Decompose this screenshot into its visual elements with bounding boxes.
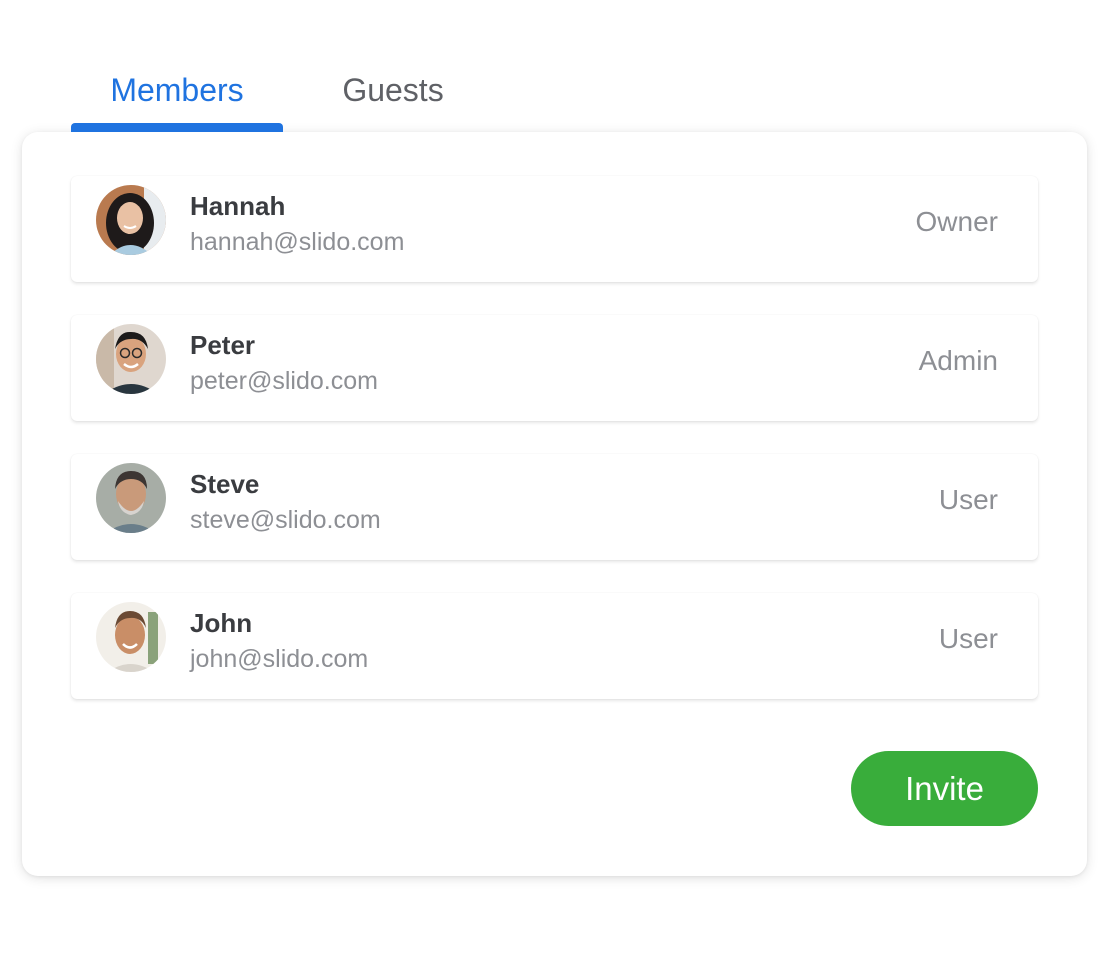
invite-button[interactable]: Invite <box>851 751 1038 826</box>
tab-guests[interactable]: Guests <box>283 62 503 132</box>
active-tab-indicator <box>71 123 283 132</box>
member-email: john@slido.com <box>190 645 369 673</box>
member-row-steve[interactable]: Steve steve@slido.com User <box>71 454 1038 560</box>
member-email: peter@slido.com <box>190 367 378 395</box>
avatar-john <box>96 602 166 672</box>
tab-members[interactable]: Members <box>71 62 283 132</box>
member-email: steve@slido.com <box>190 506 381 534</box>
member-role: Owner <box>915 206 998 237</box>
avatar-peter <box>96 324 166 394</box>
avatar-steve <box>96 463 166 533</box>
member-role: User <box>938 623 998 654</box>
member-row-peter[interactable]: Peter peter@slido.com Admin <box>71 315 1038 421</box>
member-role: User <box>938 484 998 515</box>
avatar-hannah <box>96 185 166 255</box>
member-name: Peter <box>190 330 256 360</box>
member-role: Admin <box>918 345 998 376</box>
member-name: Steve <box>190 469 260 499</box>
member-name: John <box>190 608 253 638</box>
member-list: Hannah hannah@slido.com Owner Peter pete… <box>71 176 1038 732</box>
member-row-john[interactable]: John john@slido.com User <box>71 593 1038 699</box>
member-row-hannah[interactable]: Hannah hannah@slido.com Owner <box>71 176 1038 282</box>
tab-guests-label: Guests <box>342 72 444 108</box>
member-name: Hannah <box>190 191 286 221</box>
members-card: Hannah hannah@slido.com Owner Peter pete… <box>22 132 1087 876</box>
member-tabs: Members Guests <box>71 62 503 132</box>
member-email: hannah@slido.com <box>190 228 405 256</box>
tab-members-label: Members <box>110 72 244 108</box>
